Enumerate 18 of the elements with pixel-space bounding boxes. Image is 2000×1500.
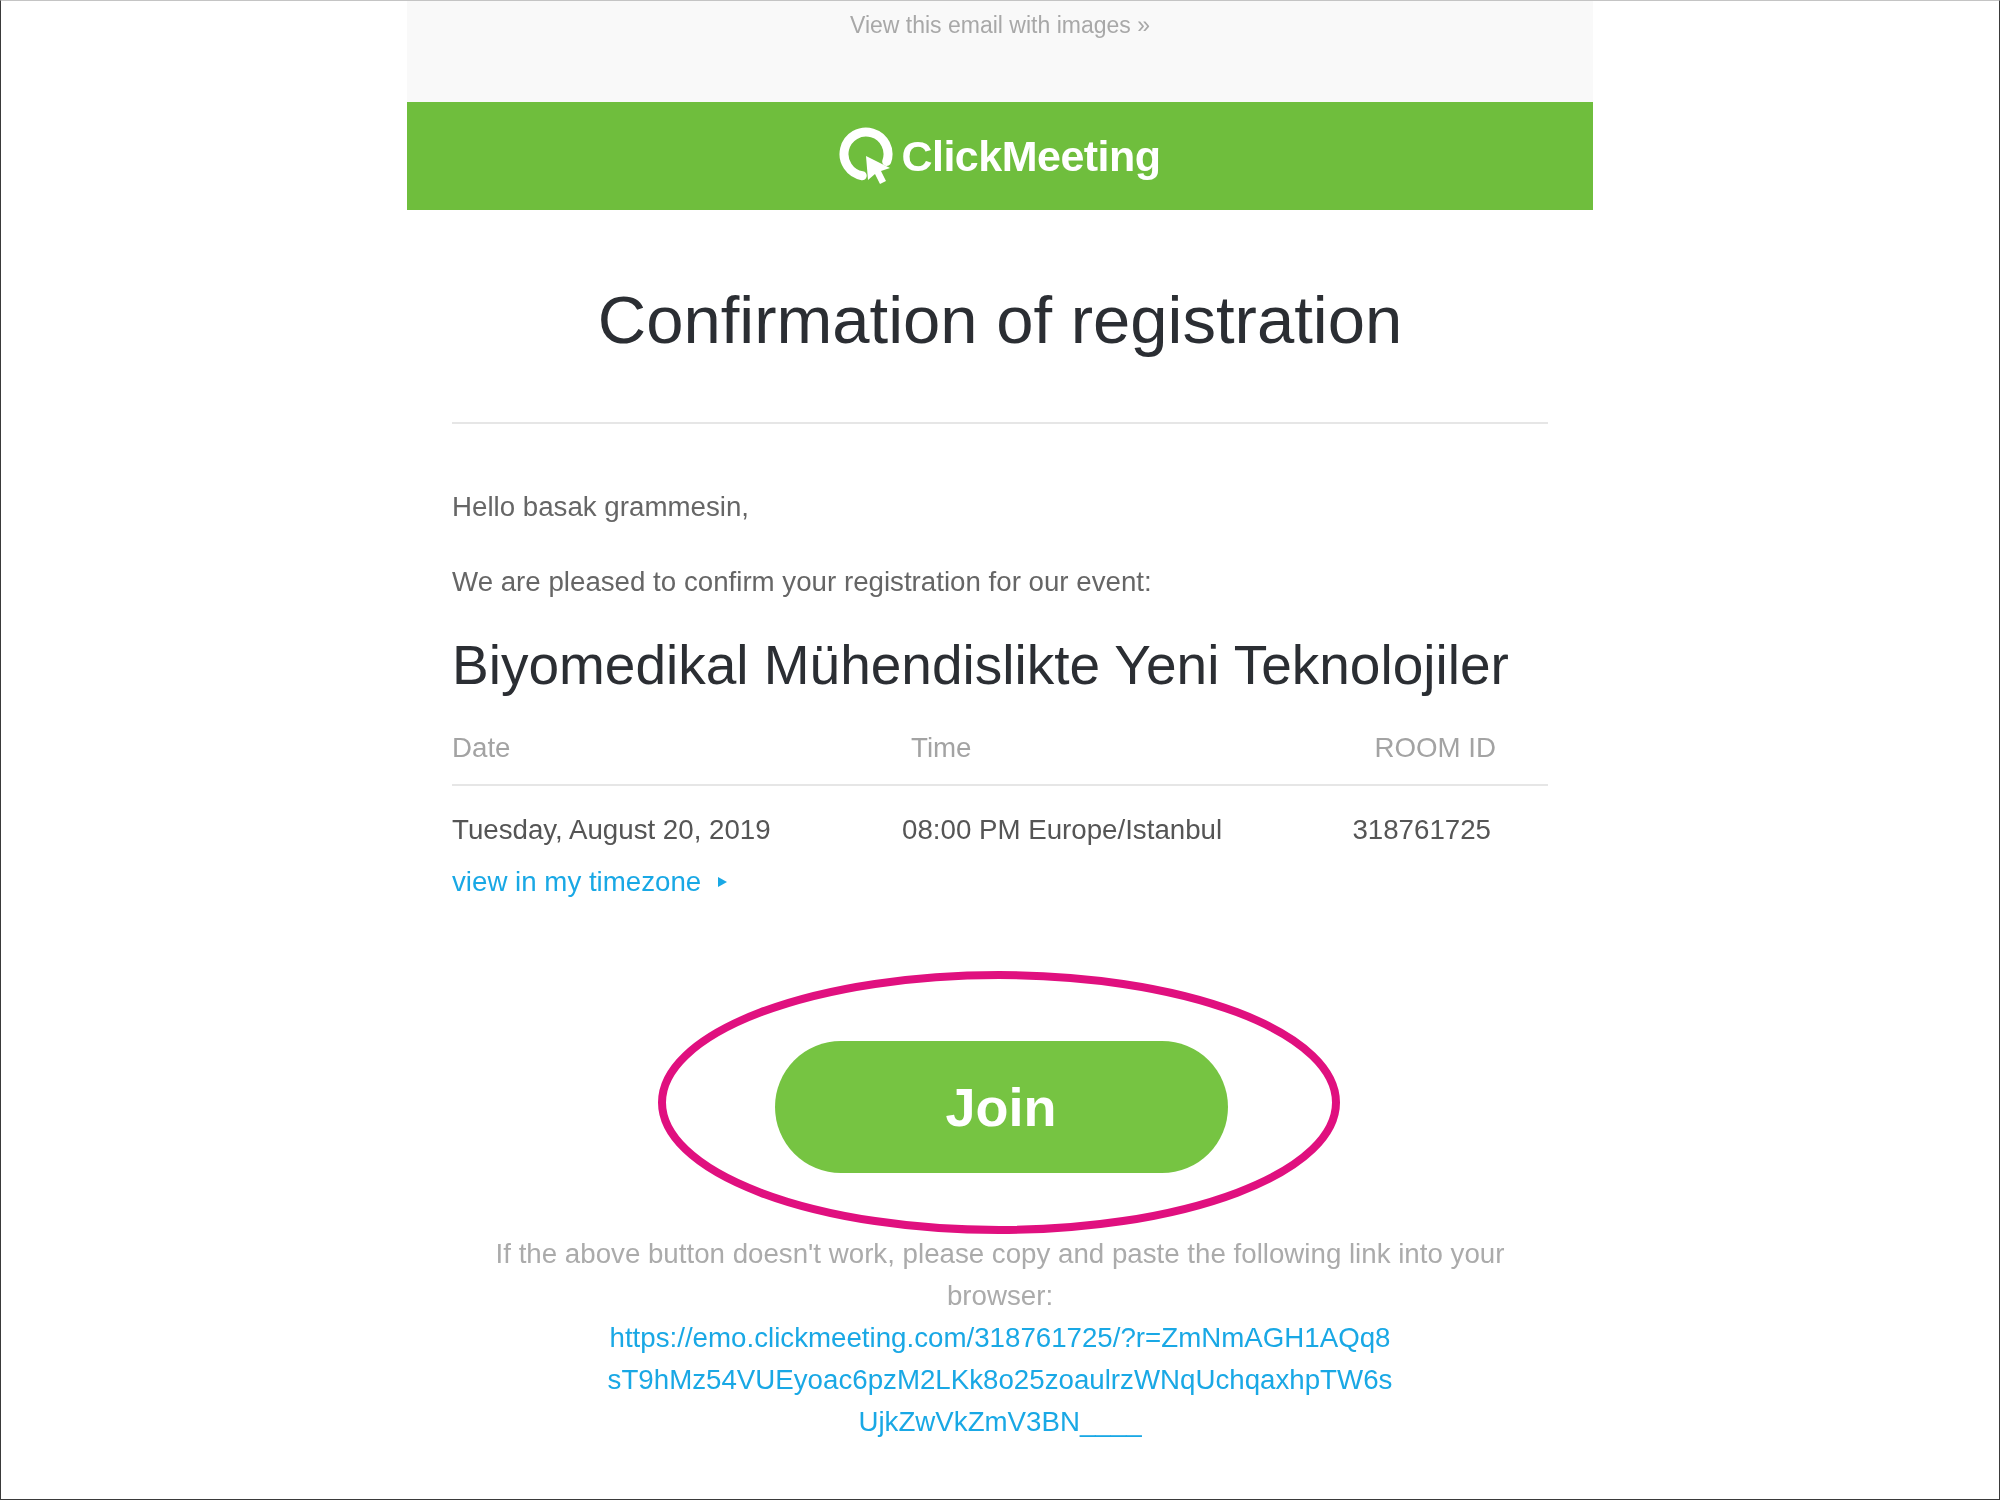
join-url-link[interactable]: https://emo.clickmeeting.com/318761725/?r=ZmNmAGH1AQq8sT9hMz54VUEyoac6pzM2LKk8o25zoaulrzWNqUchqaxhpTW6sUjkZwVkZmV3BN____ [605,1317,1395,1443]
brand-name: ClickMeeting [901,131,1161,181]
event-title: Biyomedikal Mühendislikte Yeni Teknolojiler [452,634,1509,696]
column-header: Time [911,731,972,765]
table-cell-text: 318761725 [1352,813,1491,847]
column-header: Date [452,731,511,765]
column-header: ROOM ID [1374,731,1496,765]
logo-icon [839,127,896,185]
intro-text: We are pleased to confirm your registration for our event: [452,565,1152,599]
table-cell-text: 08:00 PM Europe/Istanbul [902,813,1223,847]
greeting-text: Hello basak grammesin, [452,490,749,524]
view-with-images-link[interactable]: View this email with images » [850,11,1150,39]
table-cell-text: Tuesday, August 20, 2019 [452,813,771,847]
join-button[interactable]: Join [774,1041,1228,1173]
fallback-instructions: If the above button doesn't work, please copy and paste the following link into your browser: [494,1237,1506,1313]
caret-right-icon [718,876,728,887]
timezone-link[interactable]: view in my timezone [452,864,728,899]
page-title: Confirmation of registration [596,281,1404,359]
